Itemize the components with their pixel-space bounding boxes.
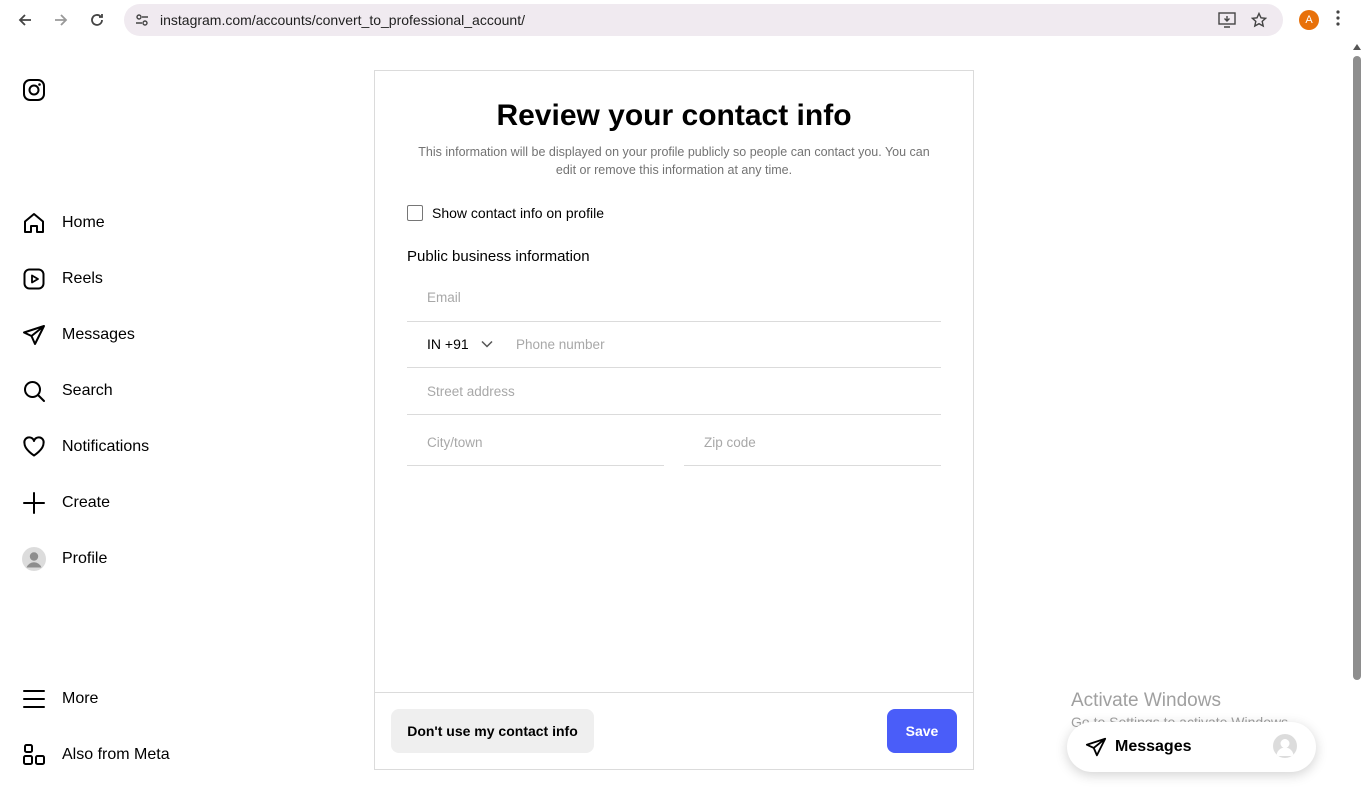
dont-use-contact-button[interactable]: Don't use my contact info xyxy=(391,709,594,753)
sidebar-item-search[interactable]: Search xyxy=(22,377,113,405)
sidebar-item-also-from-meta[interactable]: Also from Meta xyxy=(22,741,170,769)
scrollbar-thumb[interactable] xyxy=(1353,56,1361,680)
scroll-up-arrow[interactable] xyxy=(1353,44,1361,50)
browser-menu-icon[interactable] xyxy=(1336,10,1340,31)
show-contact-checkbox[interactable] xyxy=(407,205,423,221)
bookmark-star-icon[interactable] xyxy=(1250,11,1268,33)
avatar xyxy=(1273,734,1297,758)
chevron-down-icon xyxy=(481,340,493,348)
country-code-select[interactable]: IN +91 xyxy=(427,321,493,367)
sidebar-item-more[interactable]: More xyxy=(22,685,98,713)
contact-info-card: Review your contact info This informatio… xyxy=(374,70,974,770)
messages-widget-label: Messages xyxy=(1115,738,1192,755)
city-field-container xyxy=(407,419,664,466)
messages-widget[interactable]: Messages xyxy=(1067,722,1316,772)
save-button[interactable]: Save xyxy=(887,709,957,753)
sidebar-item-profile[interactable]: Profile xyxy=(22,545,107,573)
page-title: Review your contact info xyxy=(496,99,852,132)
show-contact-label[interactable]: Show contact info on profile xyxy=(432,205,604,221)
hamburger-icon xyxy=(22,687,46,711)
install-app-icon[interactable] xyxy=(1218,12,1236,33)
phone-field-container: IN +91 xyxy=(407,321,941,368)
street-address-input[interactable] xyxy=(427,368,855,414)
reload-button[interactable] xyxy=(87,10,107,30)
instagram-logo-icon[interactable] xyxy=(22,78,46,107)
sidebar-item-label: Home xyxy=(62,214,105,231)
reels-icon xyxy=(22,267,46,291)
address-bar[interactable]: instagram.com/accounts/convert_to_profes… xyxy=(124,4,1283,36)
city-input[interactable] xyxy=(427,419,633,465)
messages-icon xyxy=(22,323,46,347)
street-field-container xyxy=(407,368,941,415)
home-icon xyxy=(22,211,46,235)
sidebar-item-create[interactable]: Create xyxy=(22,489,110,517)
sidebar-item-reels[interactable]: Reels xyxy=(22,265,103,293)
country-code-value: IN +91 xyxy=(427,336,469,352)
sidebar-item-label: Messages xyxy=(62,326,135,343)
heart-icon xyxy=(22,435,46,459)
plus-icon xyxy=(22,491,46,515)
page-description: This information will be displayed on yo… xyxy=(418,145,930,177)
sidebar-item-label: Create xyxy=(62,494,111,511)
phone-number-input[interactable] xyxy=(516,321,916,367)
email-input[interactable] xyxy=(427,274,855,321)
browser-profile-avatar[interactable]: A xyxy=(1299,10,1319,30)
footer-divider xyxy=(375,692,973,693)
sidebar-item-label: Reels xyxy=(62,270,103,287)
sidebar-item-home[interactable]: Home xyxy=(22,209,105,237)
zip-field-container xyxy=(684,419,941,466)
sidebar-item-notifications[interactable]: Notifications xyxy=(22,433,149,461)
site-settings-icon[interactable] xyxy=(134,12,150,33)
forward-arrow-icon xyxy=(55,14,68,26)
reload-icon xyxy=(91,14,103,26)
search-icon xyxy=(22,379,46,403)
email-field-container xyxy=(407,274,941,322)
section-heading: Public business information xyxy=(407,248,590,265)
activate-windows-title: Activate Windows xyxy=(1071,690,1221,711)
back-arrow-icon xyxy=(18,14,31,26)
show-contact-checkbox-row[interactable]: Show contact info on profile xyxy=(407,205,604,221)
sidebar-item-label: More xyxy=(62,690,99,707)
sidebar-item-messages[interactable]: Messages xyxy=(22,321,135,349)
url-text[interactable]: instagram.com/accounts/convert_to_profes… xyxy=(160,12,525,28)
profile-avatar-icon xyxy=(22,547,46,571)
meta-apps-icon xyxy=(22,743,46,767)
messages-icon xyxy=(1085,736,1107,763)
sidebar-item-label: Profile xyxy=(62,550,108,567)
sidebar-item-label: Search xyxy=(62,382,113,399)
sidebar-item-label: Also from Meta xyxy=(62,746,170,763)
browser-toolbar: instagram.com/accounts/convert_to_profes… xyxy=(0,0,1366,40)
sidebar-item-label: Notifications xyxy=(62,438,150,455)
back-button[interactable] xyxy=(15,10,35,30)
forward-button[interactable] xyxy=(51,10,71,30)
zip-code-input[interactable] xyxy=(704,419,910,465)
